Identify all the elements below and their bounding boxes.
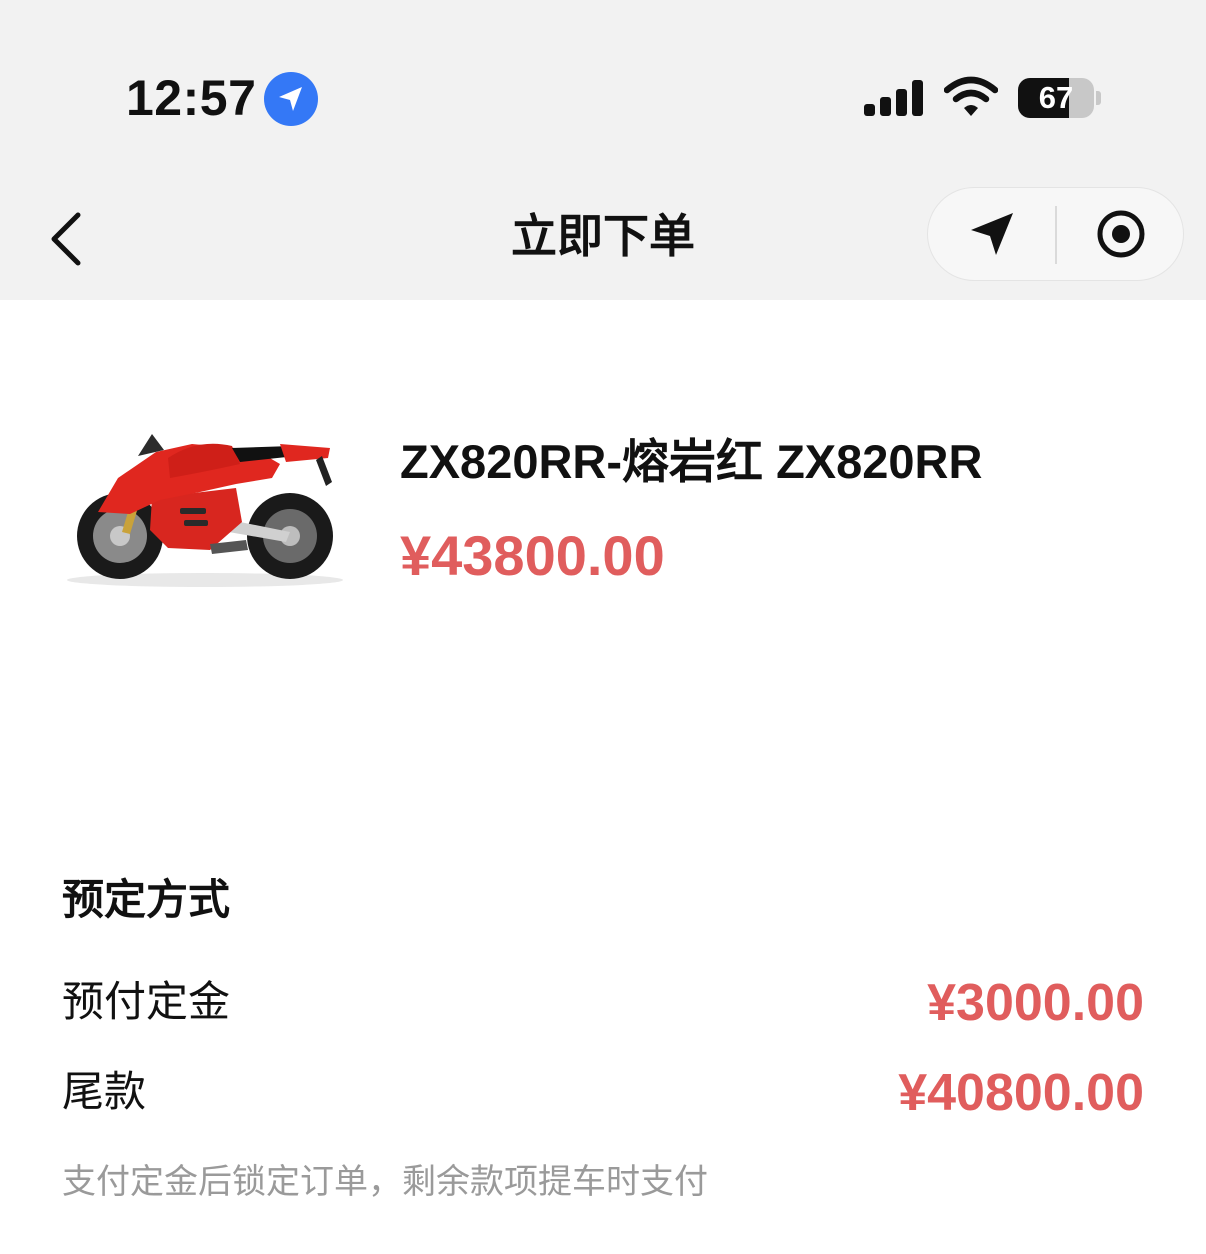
battery-cap <box>1096 91 1101 105</box>
payment-note: 支付定金后锁定订单，剩余款项提车时支付 <box>62 1162 708 1202</box>
share-arrow-icon <box>971 213 1013 255</box>
status-time: 12:57 <box>126 70 257 126</box>
top-chrome: 12:57 67 立即下单 <box>0 0 1206 300</box>
share-button[interactable] <box>928 188 1054 280</box>
mini-program-capsule <box>927 187 1184 281</box>
signal-bars-icon <box>864 80 923 116</box>
balance-label: 尾款 <box>62 1067 147 1116</box>
deposit-label: 预付定金 <box>62 977 231 1026</box>
product-name: ZX820RR-熔岩红 ZX820RR <box>400 435 983 488</box>
wifi-icon <box>944 76 998 116</box>
page-title: 立即下单 <box>511 209 695 263</box>
booking-section-title: 预定方式 <box>62 875 231 924</box>
battery-icon: 67 <box>1018 78 1094 118</box>
chevron-left-icon <box>51 212 81 266</box>
deposit-value: ¥3000.00 <box>927 974 1144 1032</box>
battery-level: 67 <box>1038 80 1074 115</box>
product-image[interactable] <box>60 420 350 590</box>
balance-value: ¥40800.00 <box>898 1064 1144 1122</box>
back-button[interactable] <box>38 200 98 272</box>
target-circle-icon <box>1097 210 1145 258</box>
location-arrow-icon <box>264 72 318 126</box>
product-price: ¥43800.00 <box>400 524 665 587</box>
close-program-button[interactable] <box>1057 188 1183 280</box>
